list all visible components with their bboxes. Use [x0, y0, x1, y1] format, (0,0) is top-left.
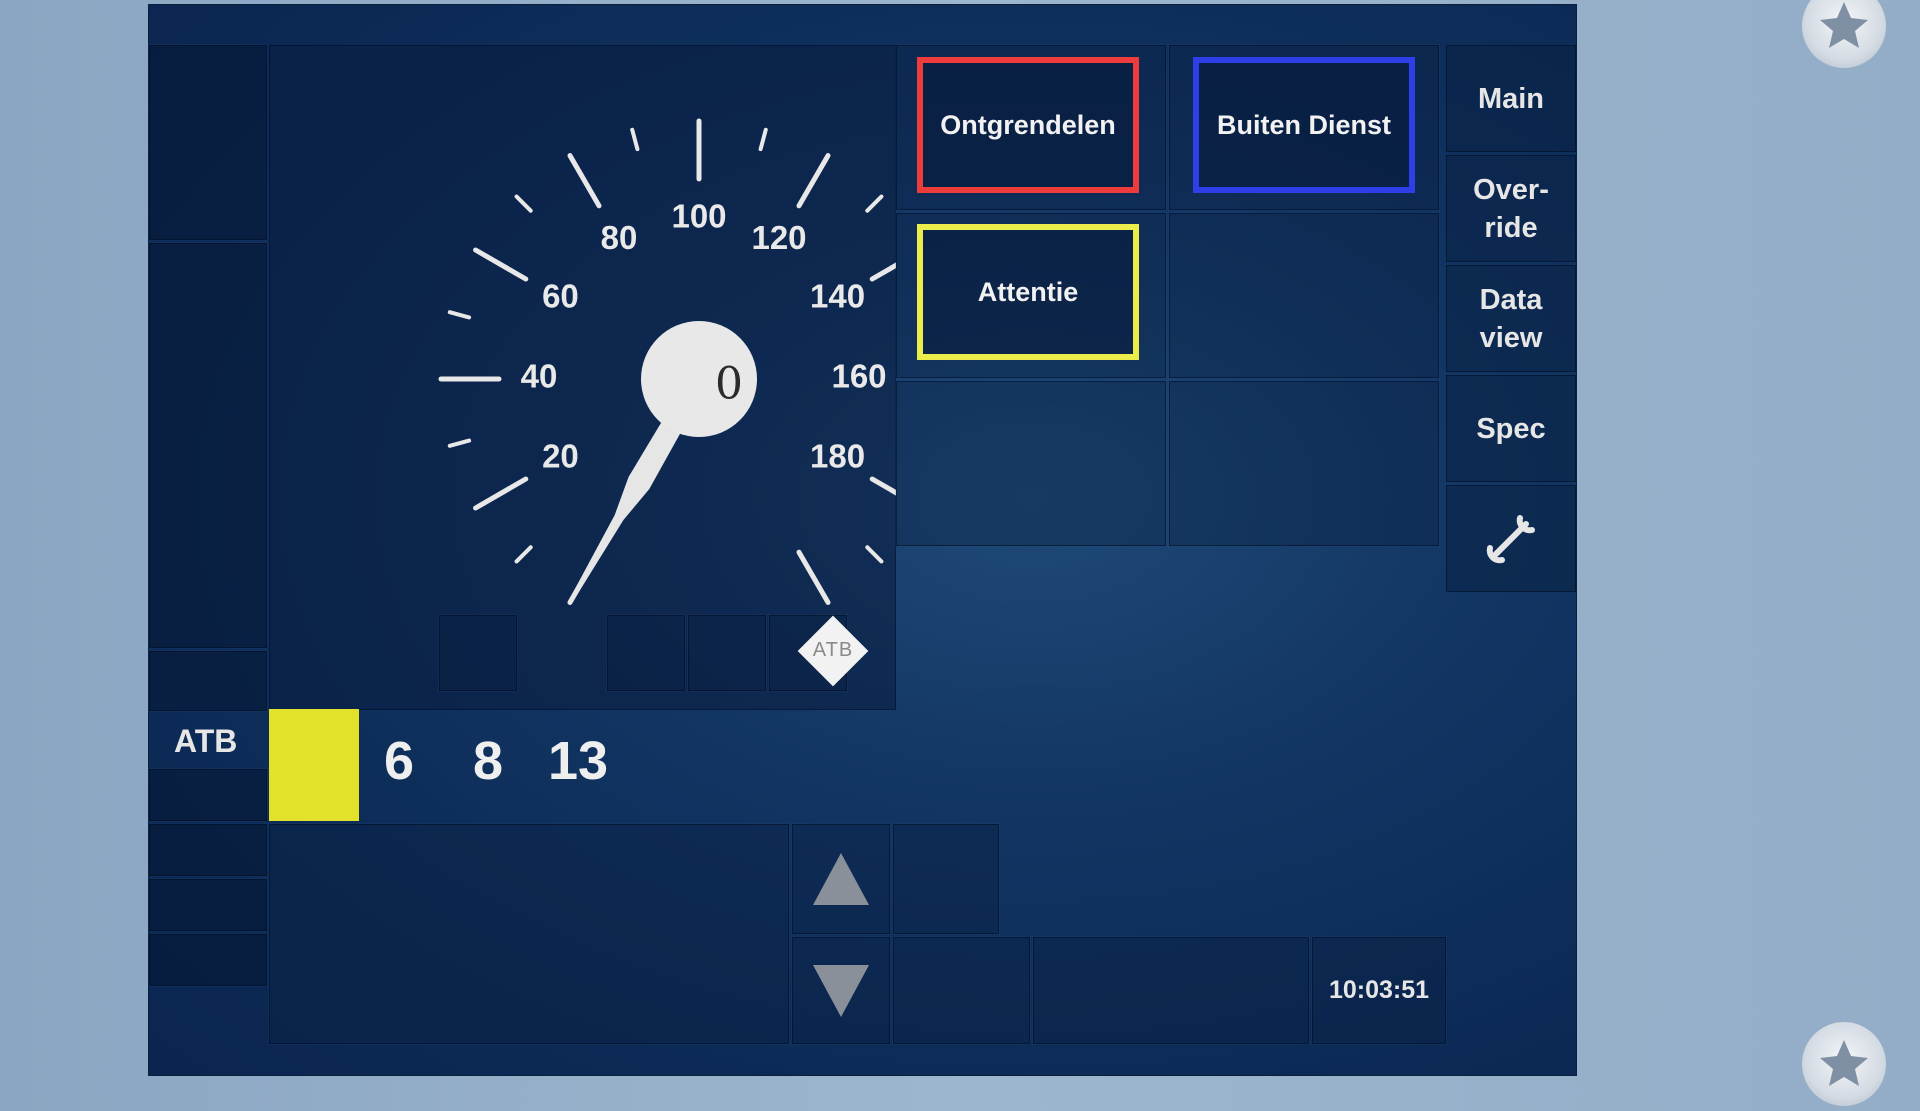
bezel-screw-top	[1802, 0, 1886, 68]
attentie-label: Attentie	[977, 276, 1079, 307]
clock-cell: 10:03:51	[1312, 937, 1446, 1044]
dial-tick	[473, 476, 529, 511]
dial-tick	[514, 194, 533, 213]
bottom-cell-1	[893, 824, 999, 934]
main-label: Main	[1477, 82, 1545, 115]
speed-readout: 0	[715, 359, 743, 410]
data-view-label-1: Data	[1479, 283, 1543, 316]
scroll-up-button[interactable]	[792, 824, 890, 934]
atb-diamond-label: ATB	[812, 639, 854, 661]
dial-label: 60	[542, 278, 579, 315]
spec-button[interactable]: Spec	[1446, 375, 1576, 482]
left-cell-7	[149, 934, 267, 986]
data-view-label-2: view	[1479, 321, 1543, 354]
override-button[interactable]: Over- ride	[1446, 155, 1576, 262]
left-cell-4	[149, 769, 267, 821]
dial-label: 180	[810, 438, 865, 475]
dial-label: 120	[751, 219, 806, 256]
bottom-cell-3	[1033, 937, 1309, 1044]
button-cell-4	[1169, 213, 1439, 378]
dial-slot-3	[688, 615, 766, 691]
dial-label: 140	[810, 278, 865, 315]
driver-machine-interface: 20 40 60 80 100 120 140 160 180 0 ATB Ontgrendel…	[149, 5, 1576, 1075]
dial-slot-2	[607, 615, 685, 691]
atb-label: ATB	[174, 723, 238, 759]
dial-tick	[865, 194, 884, 213]
ontgrendelen-label: Ontgrendelen	[940, 109, 1116, 140]
spec-label: Spec	[1476, 412, 1546, 445]
message-panel	[269, 824, 789, 1044]
dial-tick	[758, 127, 768, 152]
dial-label: 80	[601, 219, 638, 256]
atb-value-2: 8	[473, 731, 504, 791]
override-label-2: ride	[1484, 211, 1538, 244]
dial-label: 20	[542, 438, 579, 475]
dial-tick	[869, 476, 896, 496]
dial-label: 40	[521, 358, 558, 395]
left-cell-1	[149, 45, 267, 240]
attentie-button[interactable]: Attentie	[917, 224, 1139, 360]
atb-diamond-badge: ATB	[797, 615, 869, 687]
dial-tick	[865, 545, 884, 564]
dial-tick	[514, 545, 533, 564]
left-cell-6	[149, 879, 267, 931]
buiten-dienst-button[interactable]: Buiten Dienst	[1193, 57, 1415, 193]
dial-tick	[447, 310, 472, 320]
main-menu-button[interactable]: Main	[1446, 45, 1576, 152]
settings-button[interactable]	[1446, 485, 1576, 592]
atb-value-3: 13	[548, 731, 609, 791]
data-view-button[interactable]: Data view	[1446, 265, 1576, 372]
speedometer-panel: 20 40 60 80 100 120 140 160 180 0	[269, 45, 896, 710]
arrow-down-icon	[813, 964, 869, 1017]
left-cell-2	[149, 243, 267, 648]
speedometer-dial: 20 40 60 80 100 120140 160 180 0	[438, 118, 896, 606]
dial-slot-1	[439, 615, 517, 691]
clock-display: 10:03:51	[1328, 976, 1430, 1004]
left-cell-3	[149, 651, 267, 711]
dial-tick	[869, 262, 896, 282]
dial-tick	[447, 438, 472, 448]
atb-badge-slot	[939, 623, 997, 681]
override-label-1: Over-	[1473, 173, 1549, 206]
bezel-screw-bottom	[1802, 1022, 1886, 1106]
dial-tick	[796, 153, 831, 209]
atb-indicator	[269, 709, 359, 821]
dial-tick	[796, 549, 831, 605]
dial-label: 100	[671, 198, 726, 235]
bottom-cell-2	[893, 937, 1030, 1044]
buiten-dienst-label: Buiten Dienst	[1216, 109, 1391, 140]
dial-tick	[630, 127, 640, 152]
wrench-icon	[1486, 514, 1535, 563]
arrow-up-icon	[813, 853, 869, 905]
dial-tick	[567, 153, 602, 209]
dial-tick	[473, 247, 529, 282]
speed-needle: 0	[567, 321, 757, 606]
button-cell-6	[1169, 381, 1439, 546]
dial-label: 160	[831, 358, 886, 395]
scroll-down-button[interactable]	[792, 937, 890, 1044]
ontgrendelen-button[interactable]: Ontgrendelen	[917, 57, 1139, 193]
left-cell-5	[149, 824, 267, 876]
atb-value-1: 6	[384, 731, 415, 791]
button-cell-5	[896, 381, 1166, 546]
